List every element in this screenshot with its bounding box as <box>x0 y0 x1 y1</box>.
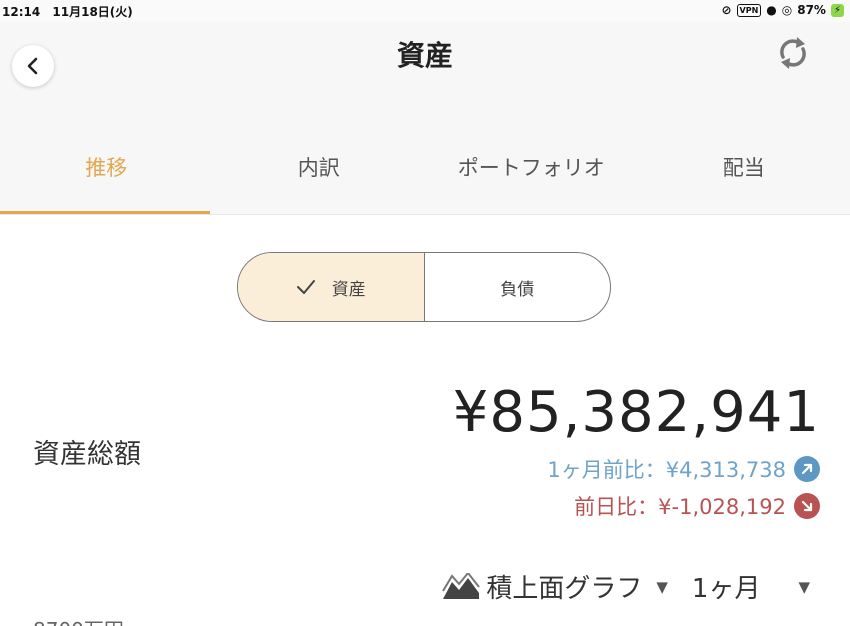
tab-divider <box>0 214 850 215</box>
header-area: 資産 推移 内訳 ポートフォリオ 配当 <box>0 22 850 215</box>
check-icon <box>296 279 316 295</box>
refresh-icon <box>780 37 806 69</box>
daily-change-text: 前日比：¥-1,028,192 <box>574 495 786 519</box>
caret-down-icon: ▼ <box>656 577 668 596</box>
tab-portfolio[interactable]: ポートフォリオ <box>425 142 638 215</box>
status-right: ⊘ VPN ● ◎ 87% ⚡ <box>721 3 844 17</box>
arrow-up-right-icon <box>794 456 820 482</box>
monthly-change-text: 1ヶ月前比：¥4,313,738 <box>547 458 786 482</box>
monthly-change: 1ヶ月前比：¥4,313,738 <box>547 454 820 484</box>
segment-liabilities-label: 負債 <box>500 279 535 300</box>
status-date: 11月18日(火) <box>52 5 133 19</box>
segment-assets-label: 資産 <box>331 279 366 300</box>
refresh-button[interactable] <box>770 30 816 76</box>
tab-dividend[interactable]: 配当 <box>638 142 850 215</box>
page-title: 資産 <box>396 39 453 72</box>
tab-breakdown[interactable]: 内訳 <box>213 142 426 215</box>
area-chart-icon <box>442 572 481 601</box>
tab-trend[interactable]: 推移 <box>0 142 213 215</box>
graph-type-label: 積上面グラフ <box>486 574 643 604</box>
battery-icon: ⚡ <box>830 3 844 17</box>
vpn-badge: VPN <box>736 3 762 17</box>
period-dropdown[interactable]: 1ヶ月 ▼ <box>692 568 810 605</box>
arrow-down-right-icon <box>794 493 820 519</box>
asset-liability-toggle: 資産 負債 <box>237 252 611 322</box>
alarm-icon: ● <box>766 3 777 17</box>
segment-liabilities[interactable]: 負債 <box>425 253 611 321</box>
segment-assets[interactable]: 資産 <box>238 253 425 321</box>
tab-bar: 推移 内訳 ポートフォリオ 配当 <box>0 142 850 215</box>
graph-type-dropdown[interactable]: 積上面グラフ ▼ <box>442 568 668 605</box>
status-time: 12:14 <box>2 5 41 19</box>
battery-percent: 87% <box>797 3 826 17</box>
daily-change: 前日比：¥-1,028,192 <box>574 491 820 521</box>
period-label: 1ヶ月 <box>691 574 761 604</box>
status-left: 12:14 11月18日(火) <box>2 3 141 20</box>
total-assets-value: ¥85,382,941 <box>452 380 820 445</box>
total-assets-label: 資産総額 <box>33 439 141 470</box>
graph-controls: 積上面グラフ ▼ 1ヶ月 ▼ <box>442 568 810 605</box>
caret-down-icon: ▼ <box>798 577 810 596</box>
location-icon: ◎ <box>781 3 793 17</box>
status-bar: 12:14 11月18日(火) ⊘ VPN ● ◎ 87% ⚡ <box>0 0 850 22</box>
chart-axis-top-label: 8700万円 <box>33 614 124 626</box>
link-icon: ⊘ <box>721 3 732 17</box>
